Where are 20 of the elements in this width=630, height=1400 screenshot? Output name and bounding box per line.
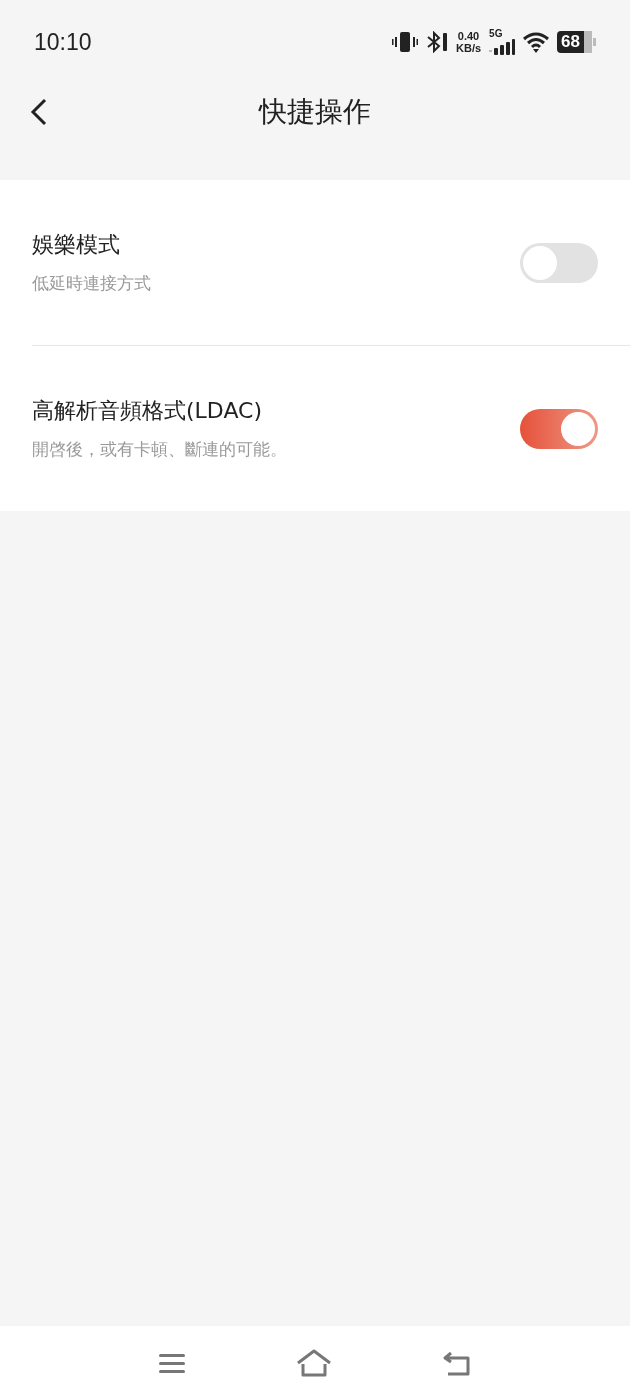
setting-title: 高解析音頻格式(LDAC)	[32, 397, 263, 425]
battery-indicator: 68	[557, 31, 596, 53]
vibrate-icon	[392, 31, 418, 53]
back-icon[interactable]	[442, 1350, 472, 1376]
page-title: 快捷操作	[259, 94, 371, 130]
menu-icon[interactable]	[158, 1352, 186, 1374]
signal-icon	[489, 39, 516, 55]
bluetooth-icon	[426, 31, 448, 53]
setting-description: 開啓後，或有卡頓、斷連的可能。	[32, 438, 287, 461]
setting-description: 低延時連接方式	[32, 272, 151, 295]
setting-title: 娛樂模式	[32, 231, 121, 259]
toggle-switch[interactable]	[520, 408, 598, 449]
network-type: 5G	[489, 29, 503, 39]
toggle-switch[interactable]	[520, 242, 598, 283]
home-icon[interactable]	[296, 1349, 332, 1377]
wifi-icon	[523, 31, 550, 53]
speed-value: 0.40	[457, 30, 480, 42]
speed-unit: KB/s	[456, 42, 482, 54]
status-time: 10:10	[34, 28, 92, 56]
back-button[interactable]	[30, 97, 48, 127]
